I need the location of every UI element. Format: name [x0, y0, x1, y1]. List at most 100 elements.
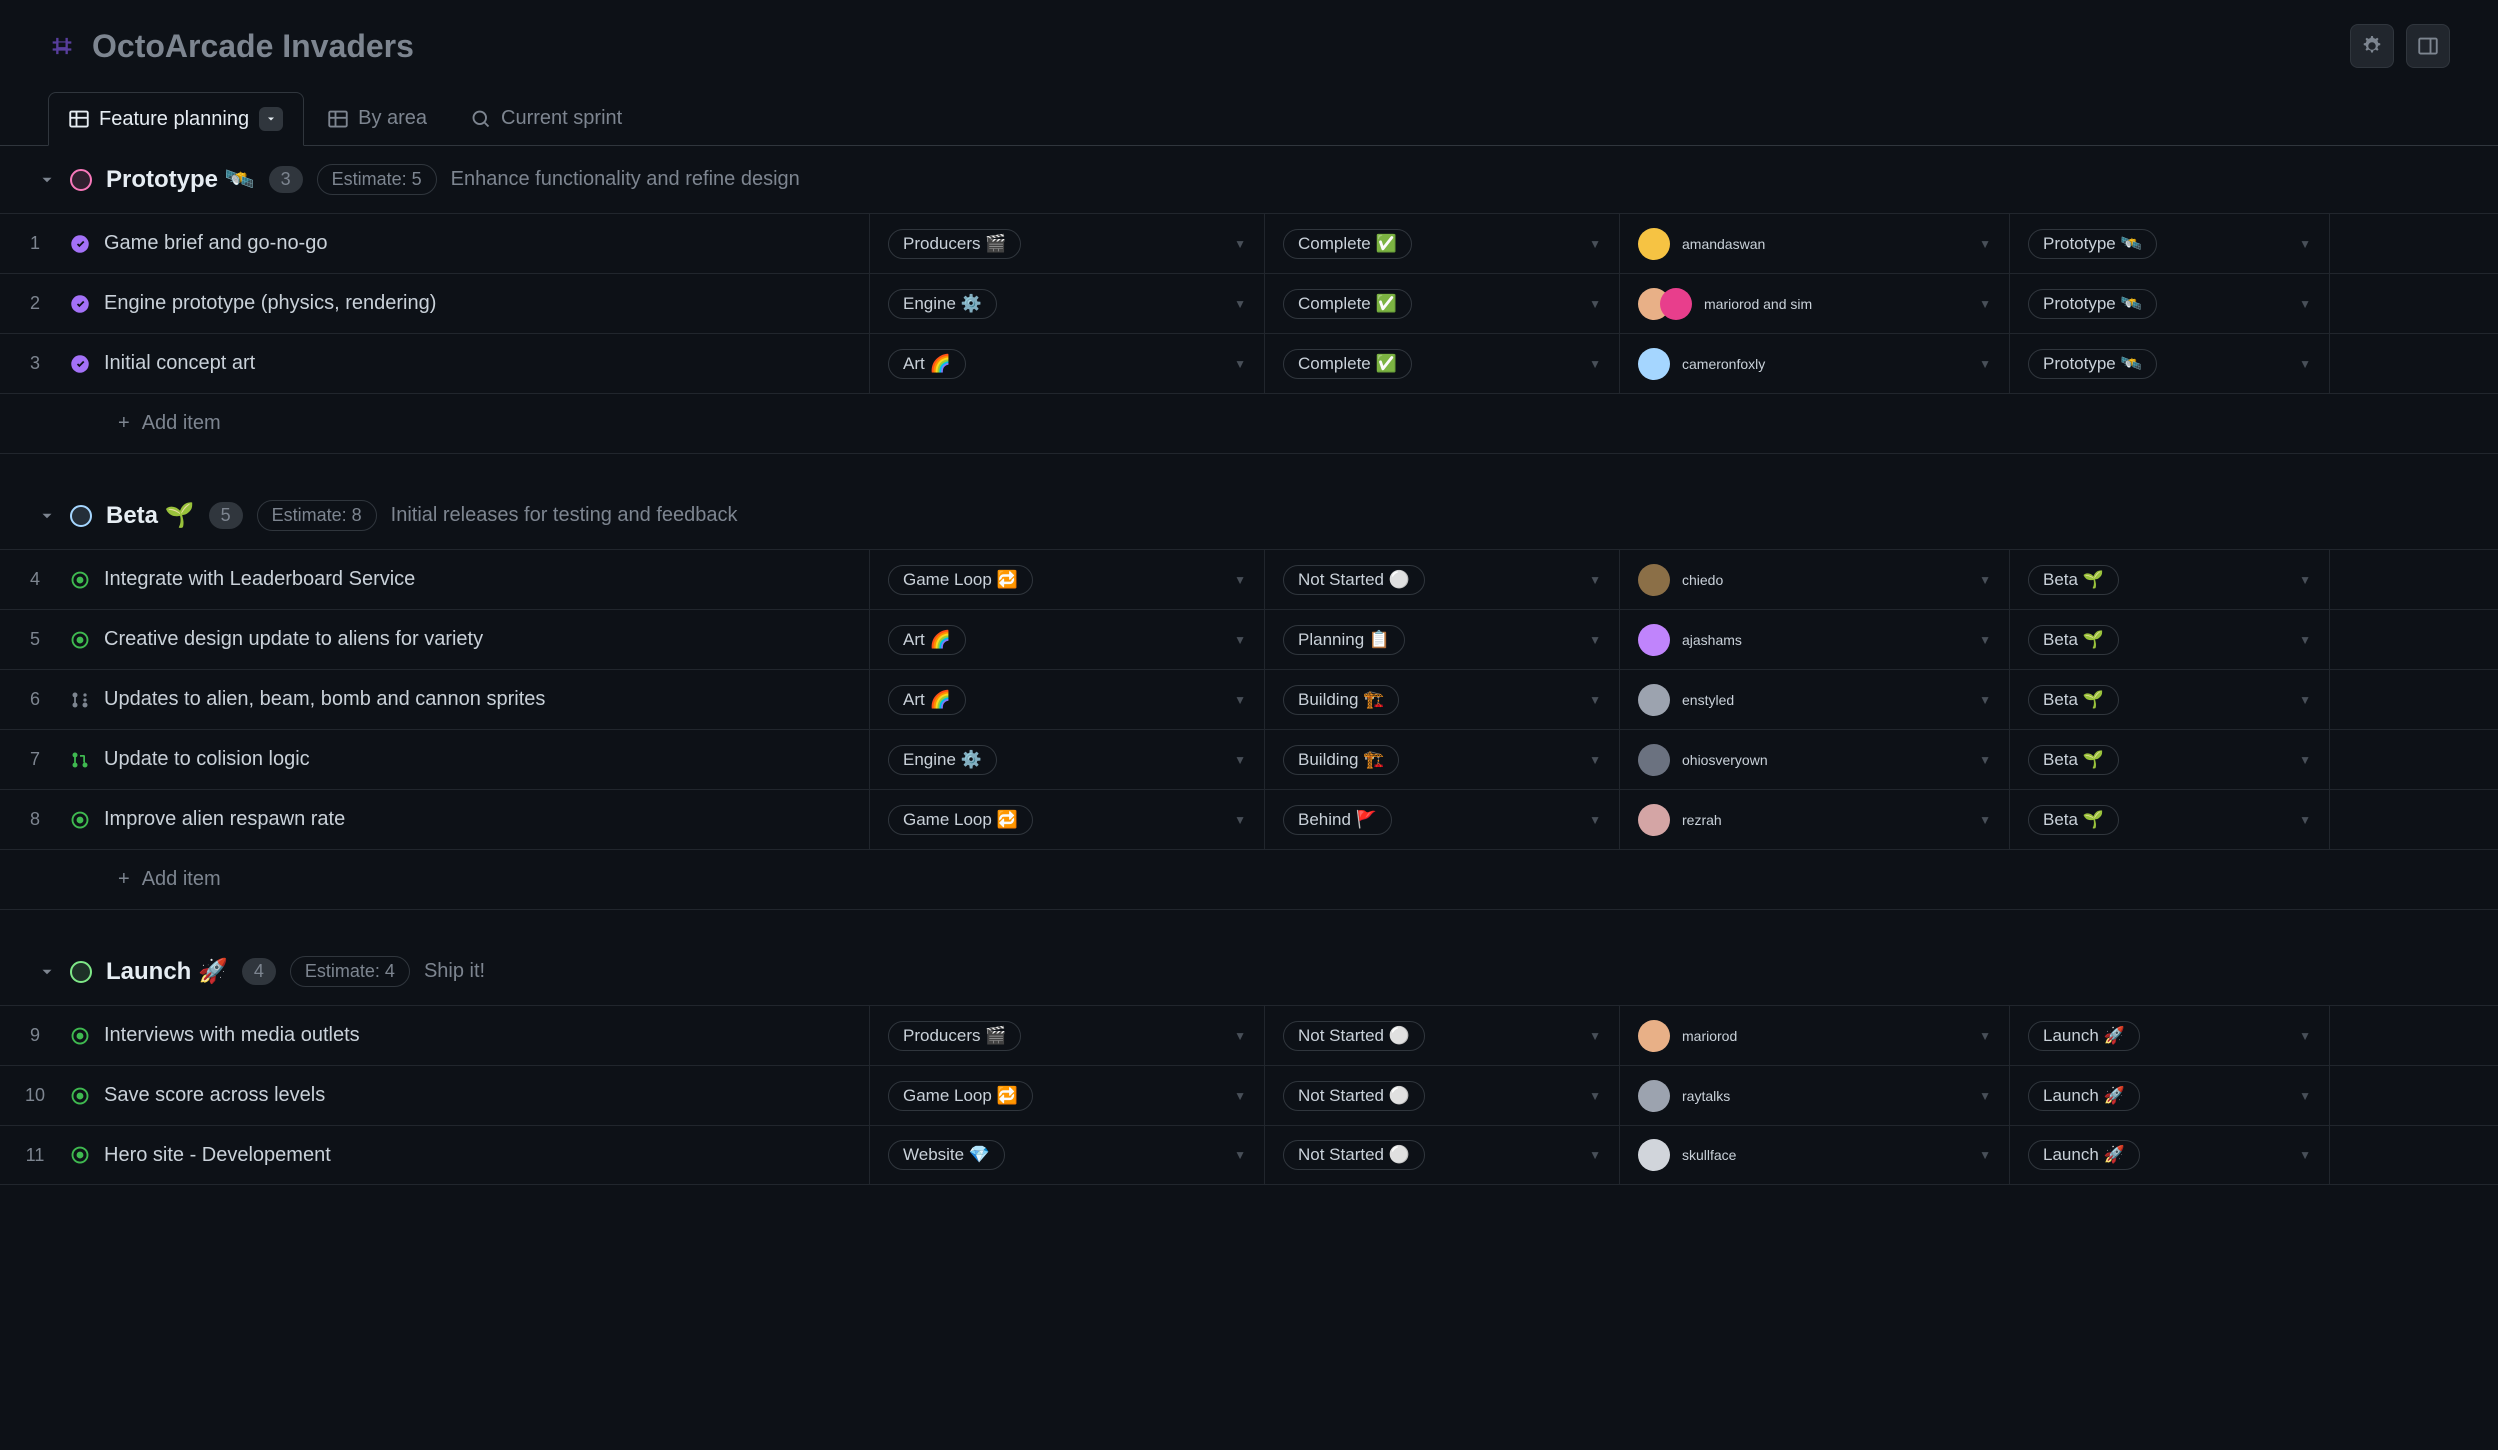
row-title[interactable]: Hero site - Developement — [104, 1144, 331, 1167]
tab-current-sprint[interactable]: Current sprint — [451, 93, 642, 144]
dropdown-caret-icon[interactable]: ▼ — [1589, 1148, 1601, 1162]
category-cell[interactable]: Producers 🎬▼ — [870, 1006, 1265, 1065]
dropdown-caret-icon[interactable]: ▼ — [1589, 813, 1601, 827]
status-cell[interactable]: Complete ✅▼ — [1265, 274, 1620, 333]
dropdown-caret-icon[interactable]: ▼ — [1589, 693, 1601, 707]
table-row[interactable]: 5Creative design update to aliens for va… — [0, 609, 2498, 669]
category-cell[interactable]: Engine ⚙️▼ — [870, 274, 1265, 333]
table-row[interactable]: 10Save score across levelsGame Loop 🔁▼No… — [0, 1065, 2498, 1125]
dropdown-caret-icon[interactable]: ▼ — [1979, 573, 1991, 587]
milestone-cell[interactable]: Beta 🌱▼ — [2010, 550, 2330, 609]
dropdown-caret-icon[interactable]: ▼ — [1234, 1089, 1246, 1103]
table-row[interactable]: 9Interviews with media outletsProducers … — [0, 1005, 2498, 1065]
row-title[interactable]: Improve alien respawn rate — [104, 808, 345, 831]
assignee-cell[interactable]: mariorod and sim▼ — [1620, 274, 2010, 333]
group-header[interactable]: Beta 🌱5Estimate: 8Initial releases for t… — [0, 482, 2498, 549]
category-cell[interactable]: Website 💎▼ — [870, 1126, 1265, 1184]
assignee-cell[interactable]: mariorod▼ — [1620, 1006, 2010, 1065]
row-title[interactable]: Updates to alien, beam, bomb and cannon … — [104, 688, 545, 711]
table-row[interactable]: 4Integrate with Leaderboard ServiceGame … — [0, 549, 2498, 609]
dropdown-caret-icon[interactable]: ▼ — [1589, 1029, 1601, 1043]
milestone-cell[interactable]: Beta 🌱▼ — [2010, 610, 2330, 669]
dropdown-caret-icon[interactable]: ▼ — [1979, 297, 1991, 311]
category-cell[interactable]: Engine ⚙️▼ — [870, 730, 1265, 789]
status-cell[interactable]: Not Started ⚪▼ — [1265, 550, 1620, 609]
dropdown-caret-icon[interactable]: ▼ — [1979, 1089, 1991, 1103]
dropdown-caret-icon[interactable]: ▼ — [1979, 753, 1991, 767]
dropdown-caret-icon[interactable]: ▼ — [1589, 573, 1601, 587]
panel-button[interactable] — [2406, 24, 2450, 68]
assignee-cell[interactable]: chiedo▼ — [1620, 550, 2010, 609]
milestone-cell[interactable]: Prototype 🛰️▼ — [2010, 334, 2330, 393]
category-cell[interactable]: Art 🌈▼ — [870, 670, 1265, 729]
dropdown-caret-icon[interactable]: ▼ — [1979, 357, 1991, 371]
category-cell[interactable]: Game Loop 🔁▼ — [870, 550, 1265, 609]
milestone-cell[interactable]: Beta 🌱▼ — [2010, 670, 2330, 729]
assignee-cell[interactable]: enstyled▼ — [1620, 670, 2010, 729]
row-title[interactable]: Update to colision logic — [104, 748, 310, 771]
status-cell[interactable]: Not Started ⚪▼ — [1265, 1066, 1620, 1125]
dropdown-caret-icon[interactable]: ▼ — [2299, 1029, 2311, 1043]
row-title[interactable]: Game brief and go-no-go — [104, 232, 327, 255]
add-item-button[interactable]: +Add item — [0, 393, 2498, 454]
milestone-cell[interactable]: Prototype 🛰️▼ — [2010, 214, 2330, 273]
table-row[interactable]: 2Engine prototype (physics, rendering)En… — [0, 273, 2498, 333]
dropdown-caret-icon[interactable]: ▼ — [2299, 237, 2311, 251]
dropdown-caret-icon[interactable]: ▼ — [1234, 693, 1246, 707]
assignee-cell[interactable]: ajashams▼ — [1620, 610, 2010, 669]
table-row[interactable]: 7Update to colision logicEngine ⚙️▼Build… — [0, 729, 2498, 789]
status-cell[interactable]: Not Started ⚪▼ — [1265, 1126, 1620, 1184]
dropdown-caret-icon[interactable]: ▼ — [1979, 693, 1991, 707]
status-cell[interactable]: Building 🏗️▼ — [1265, 670, 1620, 729]
dropdown-caret-icon[interactable]: ▼ — [2299, 693, 2311, 707]
table-row[interactable]: 3Initial concept artArt 🌈▼Complete ✅▼cam… — [0, 333, 2498, 393]
dropdown-caret-icon[interactable]: ▼ — [1234, 633, 1246, 647]
dropdown-caret-icon[interactable]: ▼ — [1979, 237, 1991, 251]
dropdown-caret-icon[interactable]: ▼ — [1234, 573, 1246, 587]
milestone-cell[interactable]: Launch 🚀▼ — [2010, 1006, 2330, 1065]
dropdown-caret-icon[interactable]: ▼ — [1979, 633, 1991, 647]
row-title[interactable]: Save score across levels — [104, 1084, 325, 1107]
dropdown-caret-icon[interactable]: ▼ — [1589, 237, 1601, 251]
group-header[interactable]: Launch 🚀4Estimate: 4Ship it! — [0, 938, 2498, 1005]
dropdown-caret-icon[interactable]: ▼ — [1589, 753, 1601, 767]
assignee-cell[interactable]: cameronfoxly▼ — [1620, 334, 2010, 393]
dropdown-caret-icon[interactable]: ▼ — [2299, 1148, 2311, 1162]
dropdown-caret-icon[interactable]: ▼ — [1234, 753, 1246, 767]
add-item-button[interactable]: +Add item — [0, 849, 2498, 910]
dropdown-caret-icon[interactable]: ▼ — [1234, 813, 1246, 827]
dropdown-caret-icon[interactable]: ▼ — [2299, 357, 2311, 371]
table-row[interactable]: 8Improve alien respawn rateGame Loop 🔁▼B… — [0, 789, 2498, 849]
status-cell[interactable]: Not Started ⚪▼ — [1265, 1006, 1620, 1065]
table-row[interactable]: 11Hero site - DevelopementWebsite 💎▼Not … — [0, 1125, 2498, 1185]
dropdown-caret-icon[interactable]: ▼ — [2299, 297, 2311, 311]
row-title[interactable]: Integrate with Leaderboard Service — [104, 568, 415, 591]
category-cell[interactable]: Game Loop 🔁▼ — [870, 790, 1265, 849]
dropdown-caret-icon[interactable]: ▼ — [1979, 813, 1991, 827]
category-cell[interactable]: Producers 🎬▼ — [870, 214, 1265, 273]
milestone-cell[interactable]: Prototype 🛰️▼ — [2010, 274, 2330, 333]
dropdown-caret-icon[interactable]: ▼ — [2299, 753, 2311, 767]
group-header[interactable]: Prototype 🛰️3Estimate: 5Enhance function… — [0, 146, 2498, 213]
dropdown-caret-icon[interactable]: ▼ — [1234, 297, 1246, 311]
category-cell[interactable]: Art 🌈▼ — [870, 334, 1265, 393]
dropdown-caret-icon[interactable]: ▼ — [1234, 237, 1246, 251]
milestone-cell[interactable]: Launch 🚀▼ — [2010, 1066, 2330, 1125]
milestone-cell[interactable]: Beta 🌱▼ — [2010, 790, 2330, 849]
status-cell[interactable]: Behind 🚩▼ — [1265, 790, 1620, 849]
dropdown-caret-icon[interactable]: ▼ — [1589, 357, 1601, 371]
dropdown-caret-icon[interactable]: ▼ — [1234, 1029, 1246, 1043]
dropdown-caret-icon[interactable]: ▼ — [1979, 1148, 1991, 1162]
dropdown-caret-icon[interactable]: ▼ — [1234, 1148, 1246, 1162]
status-cell[interactable]: Complete ✅▼ — [1265, 214, 1620, 273]
dropdown-caret-icon[interactable]: ▼ — [1589, 633, 1601, 647]
status-cell[interactable]: Complete ✅▼ — [1265, 334, 1620, 393]
category-cell[interactable]: Game Loop 🔁▼ — [870, 1066, 1265, 1125]
dropdown-caret-icon[interactable]: ▼ — [2299, 633, 2311, 647]
dropdown-caret-icon[interactable]: ▼ — [2299, 1089, 2311, 1103]
status-cell[interactable]: Planning 📋▼ — [1265, 610, 1620, 669]
dropdown-caret-icon[interactable]: ▼ — [1979, 1029, 1991, 1043]
table-row[interactable]: 6Updates to alien, beam, bomb and cannon… — [0, 669, 2498, 729]
settings-button[interactable] — [2350, 24, 2394, 68]
dropdown-caret-icon[interactable]: ▼ — [2299, 573, 2311, 587]
